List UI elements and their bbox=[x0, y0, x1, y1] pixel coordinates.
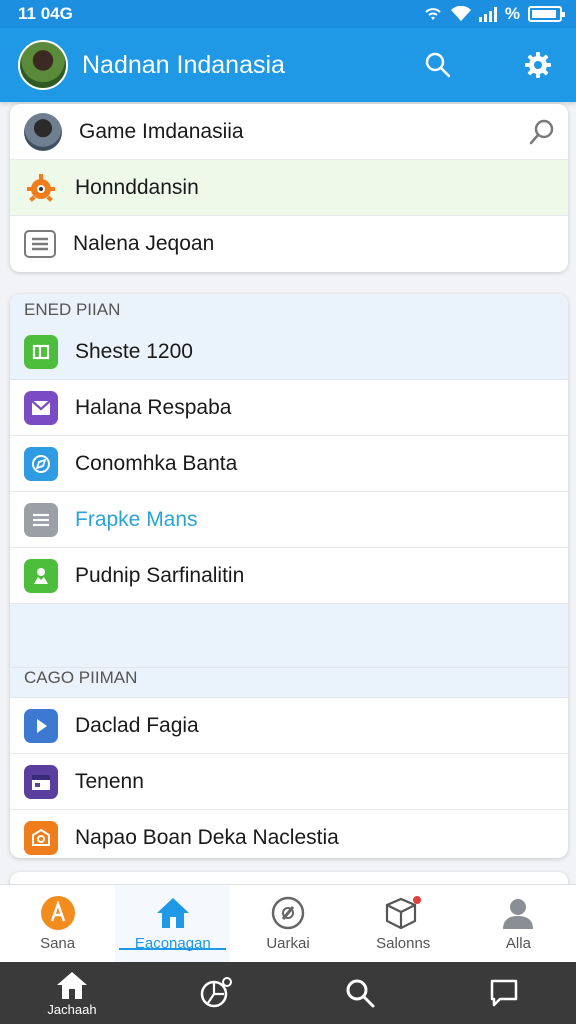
list-item-halana[interactable]: Halana Respaba bbox=[10, 380, 568, 436]
list-item-tenenn[interactable]: Tenenn bbox=[10, 754, 568, 810]
page-title: Nadnan Indanasia bbox=[82, 50, 285, 79]
green-box-icon bbox=[24, 334, 58, 369]
nav-label: Salonns bbox=[376, 935, 431, 952]
list-item-label: Pudnip Sarfinalitin bbox=[75, 563, 245, 587]
list-item-sheste[interactable]: Sheste 1200 bbox=[10, 324, 568, 380]
search-button[interactable] bbox=[418, 45, 458, 85]
list-item-conomhka[interactable]: Conomhka Banta bbox=[10, 436, 568, 492]
list-item-daclad[interactable]: Daclad Fagia bbox=[10, 698, 568, 754]
nav-item-sana[interactable]: Sana bbox=[0, 885, 115, 962]
section-spacer bbox=[10, 604, 568, 668]
list-item-label: Game Imdanasiia bbox=[79, 119, 244, 143]
wifi-icon bbox=[425, 8, 441, 20]
nav-item-salonns[interactable]: Salonns bbox=[346, 885, 461, 962]
search-icon[interactable] bbox=[528, 118, 556, 146]
blue-play-icon bbox=[24, 708, 58, 743]
status-time: 11 04G bbox=[18, 4, 73, 23]
battery-icon bbox=[528, 6, 565, 22]
nav-label: Sana bbox=[40, 935, 76, 952]
list-item-label: Nalena Jeqoan bbox=[73, 232, 215, 255]
battery-percent: % bbox=[504, 4, 520, 23]
orange-a-icon bbox=[40, 896, 75, 930]
purple-calendar-icon bbox=[24, 764, 58, 799]
sys-label: Jachaah bbox=[47, 1001, 97, 1017]
sys-home-button[interactable]: Jachaah bbox=[32, 962, 112, 1024]
list-item-label: Daclad Fagia bbox=[75, 713, 199, 737]
nav-item-eaconagan[interactable]: Eaconagan bbox=[115, 885, 231, 962]
status-bar: 11 04G % bbox=[0, 0, 576, 28]
home-icon bbox=[57, 971, 87, 999]
list-item-label: Tenenn bbox=[75, 769, 144, 793]
gray-list-icon bbox=[24, 502, 58, 537]
sys-search-button[interactable] bbox=[320, 962, 400, 1024]
chart-compass-icon bbox=[200, 977, 232, 1008]
top-card: Game Imdanasiia Honnddansin Nalena Jeqoa… bbox=[10, 104, 568, 272]
avatar[interactable] bbox=[18, 40, 68, 90]
app-bar: Nadnan Indanasia bbox=[0, 28, 576, 102]
search-icon bbox=[425, 52, 451, 78]
nav-label: Eaconagan bbox=[134, 935, 211, 952]
nav-item-uarkai[interactable]: Uarkai bbox=[230, 885, 345, 962]
blue-compass-icon bbox=[24, 446, 58, 481]
wifi-icon-2 bbox=[450, 6, 471, 21]
list-item-label: Halana Respaba bbox=[75, 395, 232, 419]
person-icon bbox=[503, 899, 534, 929]
bottom-nav: Sana Eaconagan Uarkai Salonns Alla bbox=[0, 884, 576, 962]
chat-icon bbox=[490, 979, 518, 1007]
list-item-game[interactable]: Game Imdanasiia bbox=[10, 104, 568, 160]
list-item-frapke[interactable]: Frapke Mans bbox=[10, 492, 568, 548]
avatar-icon bbox=[24, 112, 62, 151]
box-icon bbox=[386, 896, 422, 930]
list-item-label: Sheste 1200 bbox=[75, 339, 193, 363]
list-item-label: Napao Boan Deka Naclestia bbox=[75, 826, 339, 849]
status-icons: % bbox=[423, 4, 565, 24]
nav-label: Uarkai bbox=[266, 935, 310, 952]
list-item-label: Frapke Mans bbox=[75, 507, 198, 531]
list-item-nalena[interactable]: Nalena Jeqoan bbox=[10, 216, 568, 272]
section-header: ENED PIIAN bbox=[10, 294, 568, 324]
purple-mail-icon bbox=[24, 390, 58, 425]
list-item-pudnip[interactable]: Pudnip Sarfinalitin bbox=[10, 548, 568, 604]
list-item-label: Honnddansin bbox=[75, 175, 199, 199]
disc-icon bbox=[271, 896, 305, 930]
list-item-napao[interactable]: Napao Boan Deka Naclestia bbox=[10, 810, 568, 858]
signal-icon bbox=[478, 6, 497, 22]
nav-label: Alla bbox=[505, 935, 531, 952]
orange-shield-icon bbox=[24, 821, 58, 855]
settings-button[interactable] bbox=[518, 45, 558, 85]
sys-chat-button[interactable] bbox=[464, 962, 544, 1024]
green-person-icon bbox=[24, 558, 58, 593]
gear-icon bbox=[525, 52, 551, 78]
nav-item-alla[interactable]: Alla bbox=[461, 885, 576, 962]
search-icon bbox=[346, 979, 375, 1008]
system-nav: Jachaah bbox=[0, 962, 576, 1024]
sys-compass-button[interactable] bbox=[176, 962, 256, 1024]
document-lines-icon bbox=[24, 230, 56, 258]
section-header: CAGO PIIMAN bbox=[10, 668, 568, 698]
list-item-label: Conomhka Banta bbox=[75, 451, 238, 475]
home-icon bbox=[156, 898, 189, 928]
orange-gear-face-icon bbox=[24, 171, 58, 205]
main-card: ENED PIIAN Sheste 1200 Halana Respaba Co… bbox=[10, 294, 568, 858]
list-item-honnddansin[interactable]: Honnddansin bbox=[10, 160, 568, 216]
